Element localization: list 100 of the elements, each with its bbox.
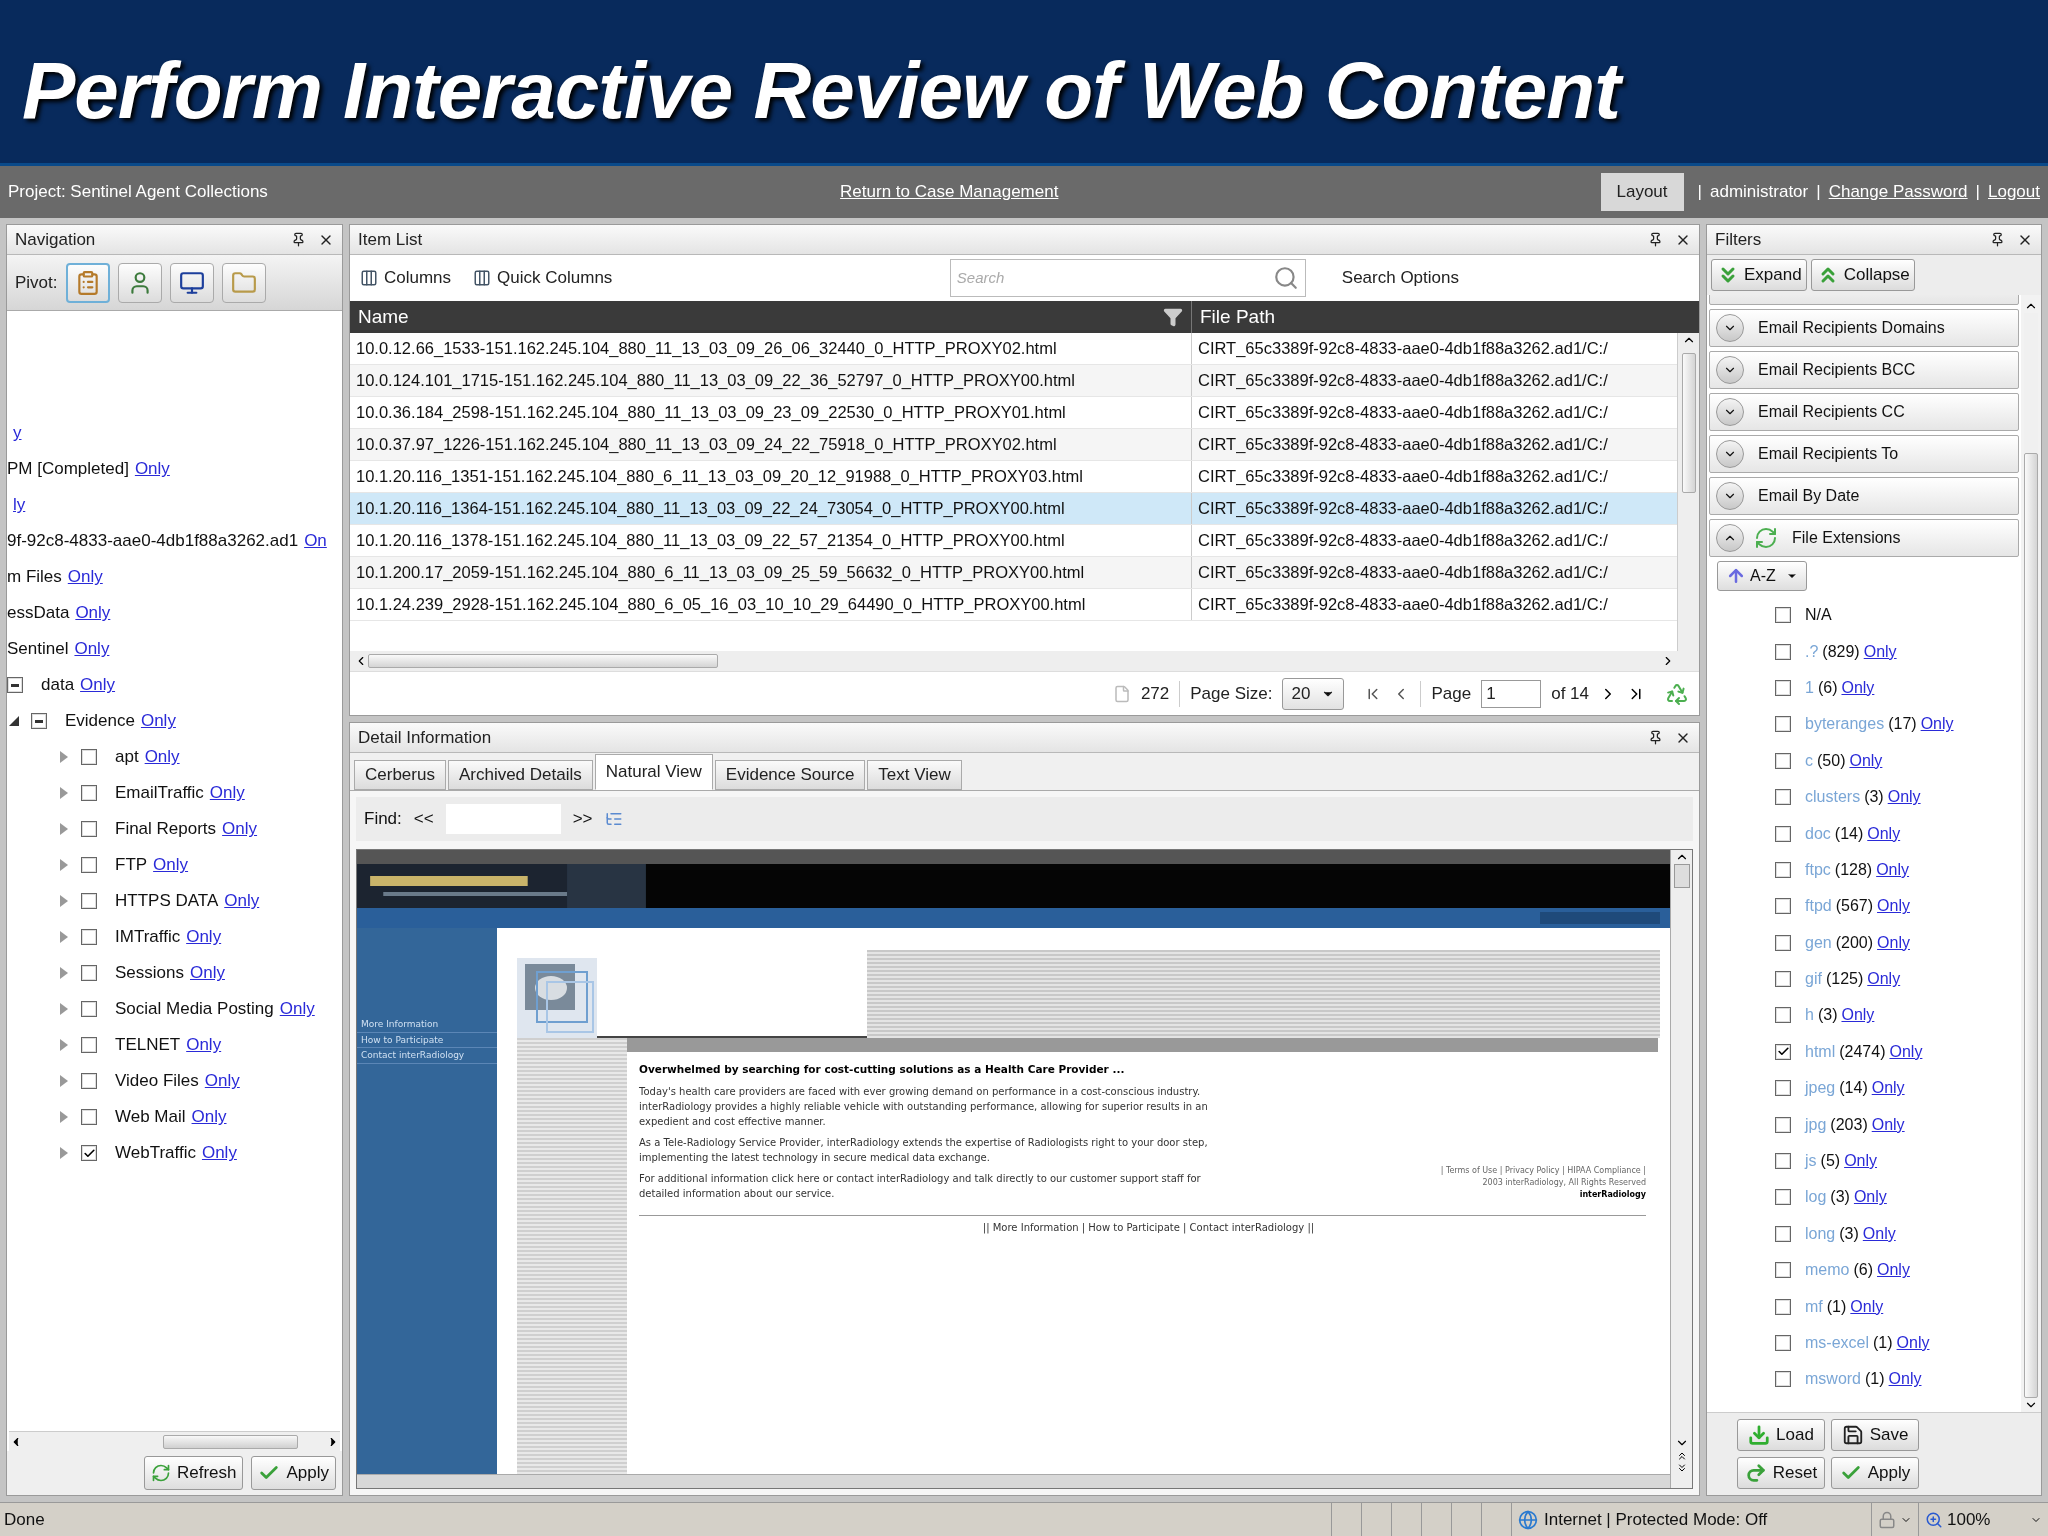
vertical-scrollbar[interactable] [1670, 850, 1692, 1488]
checkbox[interactable] [1775, 1335, 1791, 1351]
tree-item-label[interactable]: apt [115, 744, 139, 770]
table-row[interactable]: 10.0.37.97_1226-151.162.245.104_880_11_13_03_09_24_22_75918_0_HTTP_PROXY02.html CIRT_65c3389f-92c8-4833-aae0-4db1f88a3262.ad1/C:/ [350, 429, 1677, 461]
checkbox[interactable] [1775, 643, 1791, 660]
checkbox[interactable] [1775, 1371, 1791, 1388]
only-link[interactable]: Only [222, 816, 258, 842]
only-link[interactable]: On [304, 528, 327, 554]
tree-item-label[interactable]: IMTraffic [115, 924, 181, 950]
logout-link[interactable]: Logout [1988, 179, 2040, 205]
only-link[interactable]: Only [186, 924, 222, 950]
quick-columns-button[interactable]: Quick Columns [473, 265, 613, 291]
checkbox[interactable] [1775, 1116, 1791, 1133]
checkbox[interactable] [81, 1001, 97, 1017]
checkbox[interactable] [1775, 679, 1791, 696]
checkbox[interactable] [81, 1073, 97, 1089]
filter-section-header[interactable]: Email Recipients Domains [1709, 309, 2019, 347]
only-link[interactable]: Only [140, 708, 176, 734]
only-link[interactable]: Only [201, 1140, 237, 1166]
return-link[interactable]: Return to Case Management [840, 179, 1059, 205]
scrollbar-thumb[interactable] [368, 654, 718, 668]
refresh-icon[interactable] [1665, 681, 1689, 706]
find-next-button[interactable]: >> [572, 806, 593, 832]
only-link[interactable]: Only [1877, 1258, 1910, 1283]
filter-section-header[interactable]: Email Recipients To [1709, 435, 2019, 473]
only-link[interactable]: Only [134, 456, 170, 482]
checkbox[interactable] [31, 713, 47, 729]
pin-icon[interactable] [1648, 730, 1663, 745]
search-options-link[interactable]: Search Options [1341, 265, 1459, 291]
tree-item-label[interactable]: EmailTraffic [115, 780, 204, 806]
only-link[interactable]: Only [153, 852, 189, 878]
tab[interactable]: Evidence Source [714, 760, 866, 790]
checkbox[interactable] [1775, 716, 1791, 733]
only-link[interactable]: Only [1867, 821, 1901, 846]
pin-icon[interactable] [1648, 232, 1663, 247]
only-link[interactable]: y [13, 420, 22, 446]
only-link[interactable]: Only [209, 780, 245, 806]
columns-button[interactable]: Columns [360, 265, 452, 291]
tree-item-label[interactable]: Video Files [115, 1068, 199, 1094]
only-link[interactable]: Only [80, 672, 116, 698]
only-link[interactable]: Only [1896, 1331, 1930, 1355]
filter-icon[interactable] [1163, 307, 1183, 327]
only-link[interactable]: Only [75, 600, 111, 626]
checkbox[interactable] [1775, 971, 1791, 988]
only-link[interactable]: Only [74, 636, 110, 662]
filter-section-header[interactable]: File Extensions [1709, 519, 2019, 557]
tree-item-label[interactable]: TELNET [115, 1032, 181, 1058]
site-nav-link[interactable]: Contact interRadiology [357, 1049, 497, 1064]
table-row[interactable]: 10.0.124.101_1715-151.162.245.104_880_11_13_03_09_22_36_52797_0_HTTP_PROXY00.html CIRT_65c3389f-92c8-4833-aae0-4db1f88a3262.ad1/C:/ [350, 365, 1677, 397]
scrollbar-thumb[interactable] [1673, 864, 1690, 888]
scrollbar-thumb[interactable] [2024, 453, 2038, 1398]
search-input[interactable]: Search [956, 266, 1273, 290]
column-header[interactable]: File Path [1192, 301, 1675, 333]
only-link[interactable]: Only [1876, 857, 1910, 882]
checkbox[interactable] [81, 857, 97, 873]
only-link[interactable]: Only [1867, 967, 1901, 992]
only-link[interactable]: Only [204, 1068, 240, 1094]
load-button[interactable]: Load [1737, 1419, 1825, 1451]
checkbox[interactable] [1775, 1225, 1791, 1242]
checkbox[interactable] [1775, 861, 1791, 878]
tree-item-label[interactable]: Sessions [115, 960, 184, 986]
only-link[interactable]: Only [279, 996, 315, 1022]
filter-section-header[interactable]: Email Recipients BCC [1709, 351, 2019, 389]
checkbox[interactable] [81, 893, 97, 909]
checkbox[interactable] [1775, 898, 1791, 915]
pin-icon[interactable] [291, 232, 306, 247]
pivot-button[interactable] [117, 262, 162, 303]
table-row[interactable]: 10.0.36.184_2598-151.162.245.104_880_11_13_03_09_23_09_22530_0_HTTP_PROXY01.html CIRT_65c3389f-92c8-4833-aae0-4db1f88a3262.ad1/C:/ [350, 397, 1677, 429]
only-link[interactable]: Only [1871, 1076, 1905, 1101]
vertical-scrollbar[interactable] [2021, 295, 2041, 1412]
only-link[interactable]: Only [1841, 675, 1875, 700]
only-link[interactable]: Only [1877, 930, 1910, 955]
checkbox[interactable] [1775, 1043, 1791, 1060]
tree-item-label[interactable]: FTP [115, 852, 148, 878]
table-row[interactable]: 10.1.20.116_1351-151.162.245.104_880_6_11_13_03_09_20_12_91988_0_HTTP_PROXY03.html CIRT_65c3389f-92c8-4833-aae0-4db1f88a3262.ad1/C:/ [350, 461, 1677, 493]
scrollbar-thumb[interactable] [1681, 353, 1696, 493]
site-nav-link[interactable]: More Information [357, 1018, 497, 1033]
refresh-button[interactable]: Refresh [143, 1456, 244, 1490]
pin-icon[interactable] [1990, 232, 2005, 247]
page-field[interactable]: 1 [1481, 679, 1542, 708]
only-link[interactable]: Only [1887, 785, 1921, 810]
save-button[interactable]: Save [1831, 1419, 1919, 1451]
expand-button[interactable]: Expand [1711, 259, 1807, 291]
tree-item-label[interactable]: data [41, 672, 75, 698]
only-link[interactable]: Only [1920, 712, 1954, 737]
table-row[interactable]: 10.1.200.17_2059-151.162.245.104_880_6_11_13_03_09_25_59_56632_0_HTTP_PROXY00.html CIRT_65c3389f-92c8-4833-aae0-4db1f88a3262.ad1/C:/ [350, 557, 1677, 589]
checkbox[interactable] [1775, 1189, 1791, 1206]
filter-section-header[interactable]: Email Recipients CC [1709, 393, 2019, 431]
tree-item-label[interactable]: Social Media Posting [115, 996, 274, 1022]
tree-item-label[interactable]: essData [7, 600, 70, 626]
tab[interactable]: Natural View [594, 754, 713, 790]
horizontal-scrollbar[interactable] [350, 651, 1699, 671]
find-previous-button[interactable]: << [413, 806, 434, 832]
list-icon[interactable] [604, 810, 623, 828]
pivot-button[interactable] [169, 262, 214, 303]
vertical-scrollbar[interactable] [1677, 333, 1699, 651]
tab[interactable]: Text View [867, 760, 962, 790]
tree-item-label[interactable]: WebTraffic [115, 1140, 196, 1166]
only-link[interactable]: Only [191, 1104, 227, 1130]
page-size-dropdown[interactable]: 20 [1282, 677, 1345, 710]
